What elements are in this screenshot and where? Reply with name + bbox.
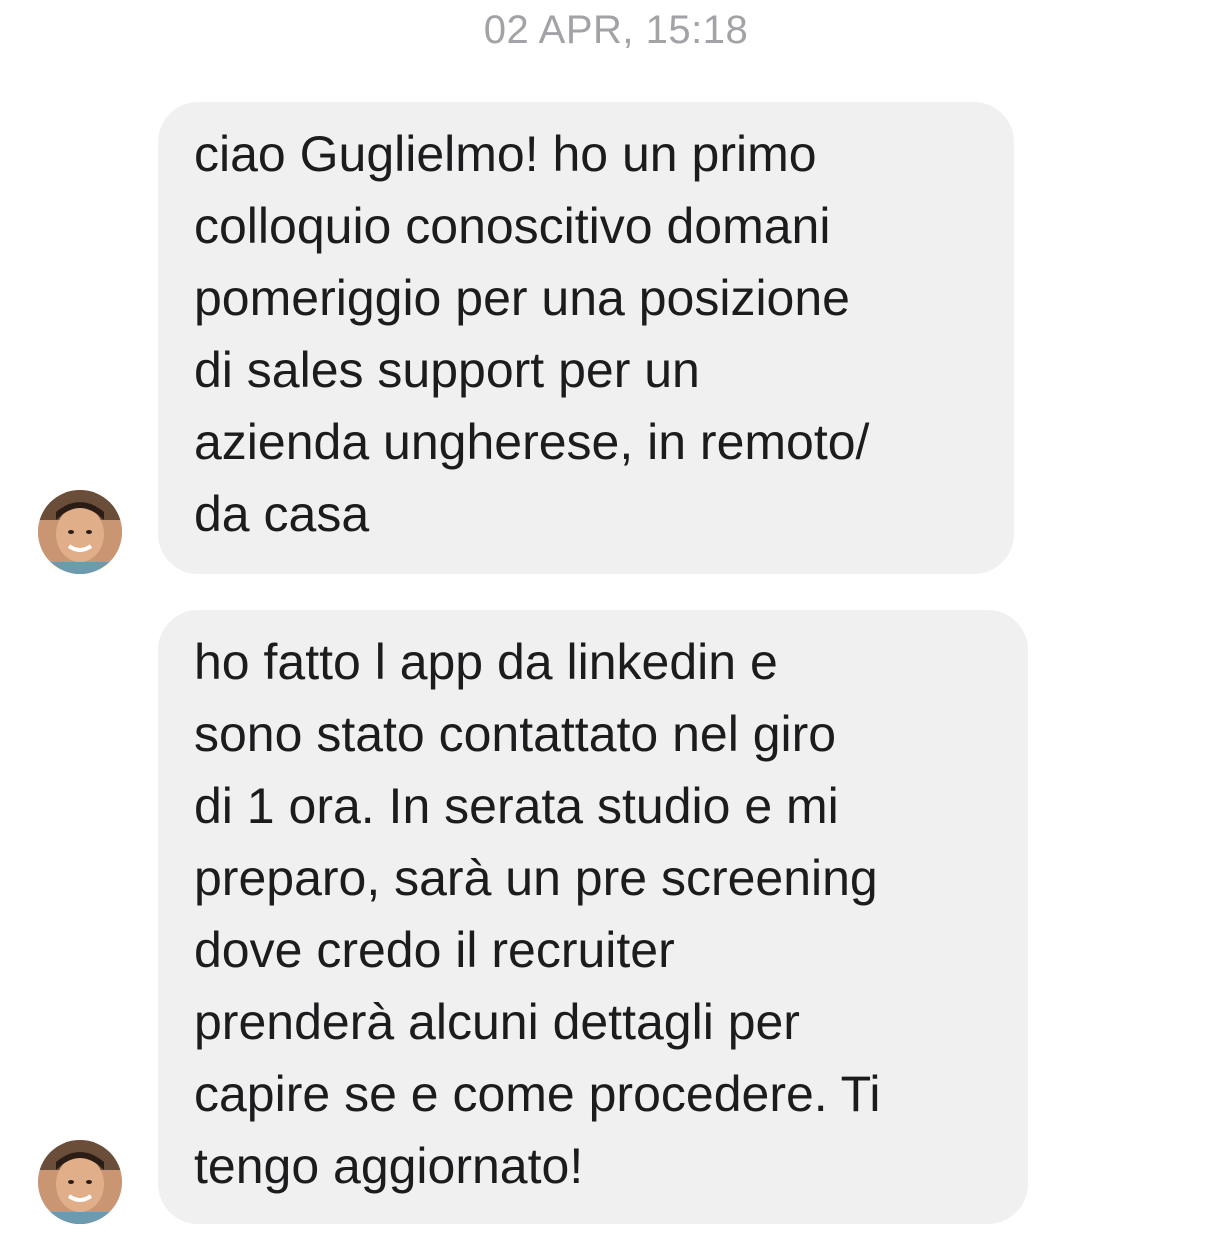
message-bubble[interactable]: ho fatto l app da linkedin e sono stato … [158, 610, 1028, 1224]
message-bubble[interactable]: ciao Guglielmo! ho un primo colloquio co… [158, 102, 1014, 574]
contact-avatar[interactable] [38, 490, 122, 574]
avatar-photo-icon [38, 490, 122, 574]
contact-avatar[interactable] [38, 1140, 122, 1224]
conversation-timestamp: 02 APR, 15:18 [483, 8, 749, 52]
avatar-photo-icon [38, 1140, 122, 1224]
